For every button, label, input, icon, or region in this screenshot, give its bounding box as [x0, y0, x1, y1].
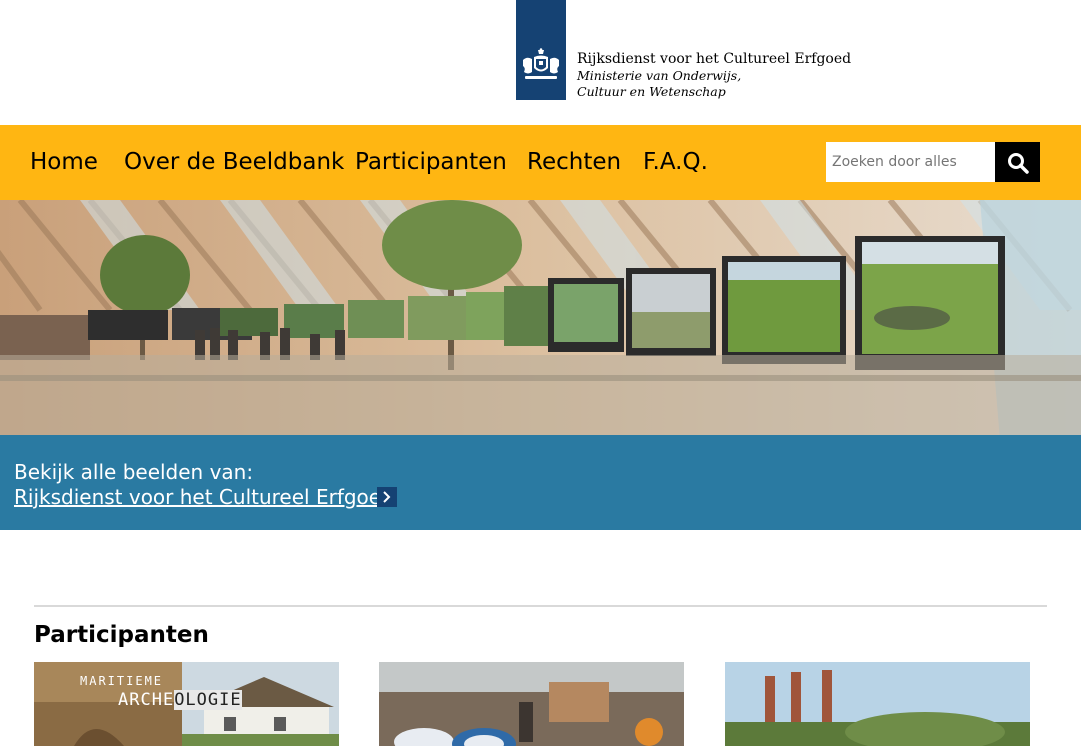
search-input[interactable]: [826, 142, 996, 182]
organisation-name: Rijksdienst voor het Cultureel Erfgoed M…: [577, 50, 851, 100]
card-label-part2: OLOGIE: [174, 690, 242, 710]
organisation-name-line2: Ministerie van Onderwijs, Cultuur en Wet…: [577, 68, 742, 99]
participant-image-lime-kilns: [725, 662, 1030, 746]
header: Rijksdienst voor het Cultureel Erfgoed M…: [0, 0, 1081, 125]
chevron-right-icon: [383, 491, 391, 503]
nav-participanten[interactable]: Participanten: [355, 148, 507, 176]
nav-faq[interactable]: F.A.Q.: [643, 148, 708, 176]
participant-card-3[interactable]: [725, 662, 1030, 746]
nav-over-de-beeldbank[interactable]: Over de Beeldbank: [124, 148, 344, 176]
participant-image-glass-museum: [379, 662, 684, 746]
participants-title: Participanten: [34, 622, 209, 648]
section-divider: [34, 605, 1047, 607]
search-icon: [1008, 153, 1029, 174]
nav-rechten[interactable]: Rechten: [527, 148, 621, 176]
search-button[interactable]: [995, 142, 1040, 182]
card-label-line1: MARITIEME: [80, 674, 164, 688]
coat-of-arms-icon: [523, 48, 559, 79]
rijksoverheid-logo[interactable]: [516, 0, 566, 100]
hero-lead-text: Bekijk alle beelden van:: [14, 460, 254, 484]
card-label-part1: ARCHE: [118, 690, 175, 710]
hero-arrow-button[interactable]: [377, 487, 397, 507]
participant-card-2[interactable]: [379, 662, 684, 746]
hero-caption-band: Bekijk alle beelden van: Rijksdienst voo…: [0, 435, 1081, 530]
participant-card-maritieme-archeologie[interactable]: MARITIEME ARCHEOLOGIE: [34, 662, 339, 746]
hero-banner: Bekijk alle beelden van: Rijksdienst voo…: [0, 200, 1081, 530]
organisation-name-line1: Rijksdienst voor het Cultureel Erfgoed: [577, 51, 852, 67]
nav-home[interactable]: Home: [30, 148, 98, 176]
card-label-line2: ARCHEOLOGIE: [118, 690, 242, 710]
hero-organisation-link[interactable]: Rijksdienst voor het Cultureel Erfgoed: [14, 485, 394, 509]
